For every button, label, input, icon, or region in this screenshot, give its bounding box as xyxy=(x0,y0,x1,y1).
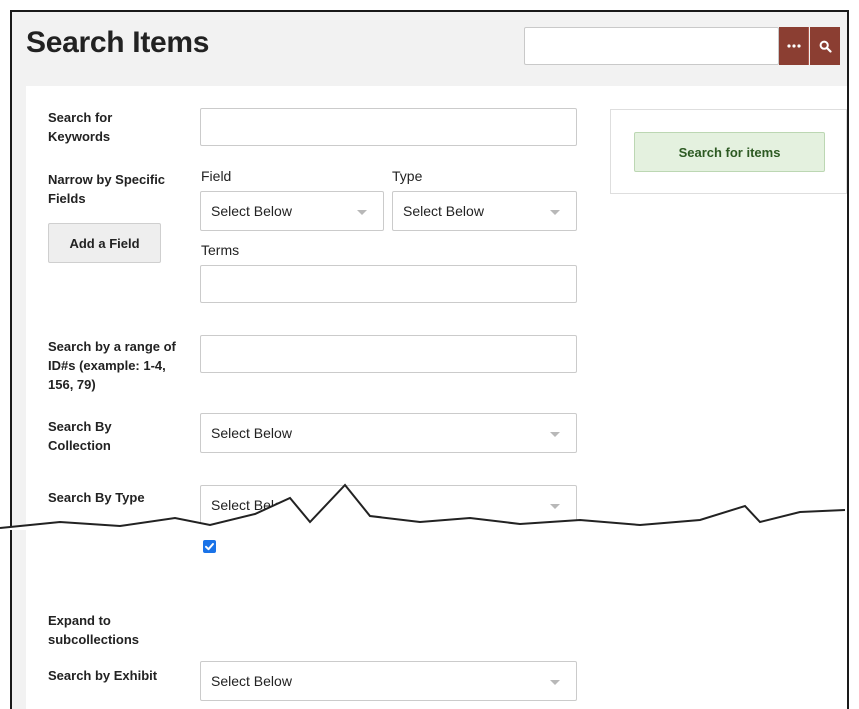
terms-label: Terms xyxy=(201,242,240,258)
id-range-input[interactable] xyxy=(200,335,577,373)
checkmark-icon xyxy=(205,543,214,551)
keywords-input[interactable] xyxy=(200,108,577,146)
chevron-down-icon xyxy=(550,432,560,437)
type-select-value: Select Below xyxy=(403,203,484,219)
add-field-button[interactable]: Add a Field xyxy=(48,223,161,263)
page-frame: Search Items Search for Keywords Narrow … xyxy=(10,10,849,709)
exhibit-select[interactable]: Select Below xyxy=(200,661,577,701)
quick-search-input[interactable] xyxy=(524,27,779,65)
torn-paper-divider xyxy=(0,483,845,530)
field-select[interactable]: Select Below xyxy=(200,191,384,231)
chevron-down-icon xyxy=(550,210,560,215)
id-range-label: Search by a range of ID#s (example: 1-4,… xyxy=(48,339,176,392)
field-label: Field xyxy=(201,168,232,184)
advanced-search-panel: Search for Keywords Narrow by Specific F… xyxy=(26,86,847,709)
exhibit-select-value: Select Below xyxy=(211,673,292,689)
expand-label: Expand to subcollections xyxy=(48,613,140,647)
type-select[interactable]: Select Below xyxy=(392,191,577,231)
field-select-value: Select Below xyxy=(211,203,292,219)
search-for-items-button[interactable]: Search for items xyxy=(634,132,825,172)
search-options-button[interactable] xyxy=(779,27,809,65)
ellipsis-icon xyxy=(786,44,801,48)
exhibit-label: Search by Exhibit xyxy=(48,668,158,683)
magnifier-icon xyxy=(819,40,832,53)
quick-search-submit-button[interactable] xyxy=(810,27,840,65)
terms-input[interactable] xyxy=(200,265,577,303)
collection-select-value: Select Below xyxy=(211,425,292,441)
type-label: Type xyxy=(392,168,423,184)
keywords-label: Search for Keywords xyxy=(48,110,113,144)
page-title: Search Items xyxy=(26,26,210,59)
narrow-fields-label: Narrow by Specific Fields xyxy=(48,172,166,206)
expand-subcollections-checkbox[interactable] xyxy=(203,540,216,553)
chevron-down-icon xyxy=(550,680,560,685)
search-actions-box: Search for items xyxy=(610,109,847,194)
chevron-down-icon xyxy=(357,210,367,215)
